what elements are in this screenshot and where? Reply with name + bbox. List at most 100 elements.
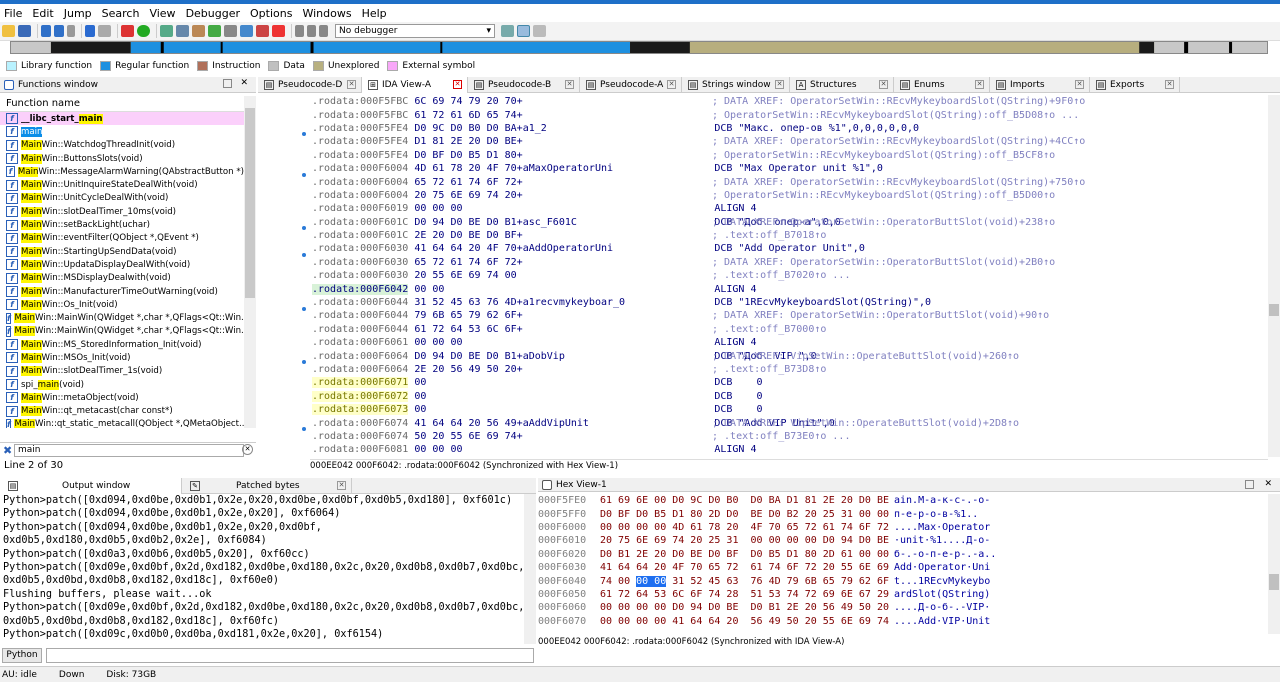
tab-pseudocode-d[interactable]: ▤ Pseudocode-D ✕ — [258, 77, 362, 93]
disassembly-line[interactable]: .rodata:000F6030 65 72 61 74 6F 72+ ; DATA… — [258, 256, 1268, 269]
tab-structures[interactable]: A Structures ✕ — [790, 77, 894, 93]
play-icon[interactable] — [295, 25, 304, 37]
tab-pseudocode-b[interactable]: ▤ Pseudocode-B ✕ — [468, 77, 580, 93]
disassembly-line[interactable]: .rodata:000F5FBC 61 72 61 6D 65 74+ ; Oper… — [258, 108, 1268, 121]
function-list-item[interactable]: f Main Win::ManufacturerTimeOutWarning(voi… — [0, 285, 244, 298]
python-language-button[interactable]: Python — [2, 648, 42, 663]
disassembly-scrollbar[interactable] — [1268, 95, 1280, 457]
restore-icon[interactable] — [223, 79, 232, 88]
data-icon[interactable] — [224, 25, 237, 37]
close-icon[interactable]: ✕ — [565, 80, 574, 89]
menu-help[interactable]: Help — [362, 7, 387, 20]
tab-patched-bytes[interactable]: ✎ Patched bytes ✕ — [182, 478, 352, 494]
disassembly-line[interactable]: .rodata:000F6074 50 20 55 6E 69 74+ ; .tex… — [258, 430, 1268, 443]
function-list-item[interactable]: f Main Win::MainWin(QWidget *,char *,QFlag… — [0, 325, 244, 338]
tab-strings-window[interactable]: ▤ Strings window ✕ — [682, 77, 790, 93]
disassembly-line[interactable]: .rodata:000F6072 00 DCB 0 — [258, 390, 1268, 403]
function-list-item[interactable]: f Main Win::UnitInquireStateDealWith(void) — [0, 178, 244, 191]
menu-search[interactable]: Search — [102, 7, 140, 20]
close-icon[interactable]: ✕ — [667, 80, 676, 89]
function-search-input[interactable]: main — [14, 443, 244, 457]
disassembly-line[interactable]: .rodata:000F6073 00 DCB 0 — [258, 403, 1268, 416]
structure-icon[interactable] — [160, 25, 173, 37]
function-list-item[interactable]: f Main Win::slotDealTimer_10ms(void) — [0, 205, 244, 218]
disassembly-line[interactable]: .rodata:000F6044 61 72 64 53 6C 6F+ ; .tex… — [258, 323, 1268, 336]
close-search-icon[interactable]: ✖ — [3, 444, 12, 457]
menu-windows[interactable]: Windows — [302, 7, 351, 20]
function-list-item[interactable]: f Main Win::StartingUpSendData(void) — [0, 245, 244, 258]
close-icon[interactable]: ✕ — [240, 78, 248, 88]
function-list-item[interactable]: f Main Win::MessageAlarmWarning(QAbstractB… — [0, 165, 244, 178]
disassembly-line[interactable]: .rodata:000F6064 2E 20 56 49 50 20+ ; .tex… — [258, 363, 1268, 376]
menu-jump[interactable]: Jump — [64, 7, 92, 20]
disassembly-line[interactable]: .rodata:000F601C D0 94 D0 BE D0 B1+asc_F6… — [258, 216, 1268, 231]
hex-row[interactable]: 000F5FF0 D0 BF D0 B5 D1 80 2D D0 BE D0 B2… — [538, 507, 1268, 520]
history-icon[interactable] — [67, 25, 75, 37]
navigation-bar[interactable] — [10, 41, 1268, 54]
function-list-item[interactable]: f Main Win::Os_Init(void) — [0, 298, 244, 311]
disassembly-line[interactable]: .rodata:000F6030 41 64 64 20 4F 70+aAddOp… — [258, 242, 1268, 257]
disassembly-line[interactable]: .rodata:000F6044 31 52 45 63 76 4D+a1recv… — [258, 296, 1268, 311]
function-list-item[interactable]: f Main Win::ButtonsSlots(void) — [0, 152, 244, 165]
disassembly-line[interactable]: .rodata:000F6030 20 55 6E 69 74 00 ; .text… — [258, 269, 1268, 282]
disassembly-line[interactable]: .rodata:000F6004 65 72 61 74 6F 72+ ; DATA… — [258, 175, 1268, 188]
restore-icon[interactable] — [1245, 480, 1254, 489]
function-list-item[interactable]: f main — [0, 125, 244, 138]
save-icon[interactable] — [18, 25, 31, 37]
debugger-select[interactable]: No debugger — [335, 24, 495, 38]
tab-pseudocode-a[interactable]: ▤ Pseudocode-A ✕ — [580, 77, 682, 93]
function-name-column-header[interactable]: Function name — [0, 96, 256, 112]
disassembly-line[interactable]: .rodata:000F5FE4 D1 81 2E 20 D0 BE+ ; DATA… — [258, 135, 1268, 148]
tab-enums[interactable]: ▤ Enums ✕ — [894, 77, 990, 93]
hex-row[interactable]: 000F6060 00 00 00 00 D0 94 D0 BE D0 B1 2E… — [538, 601, 1268, 614]
function-list-scroll-thumb[interactable] — [245, 108, 255, 298]
function-list-item[interactable]: f Main Win::UnitCycleDealWith(void) — [0, 192, 244, 205]
function-list[interactable]: f __libc_start_ main f main f Main Win::Watchdo… — [0, 112, 244, 428]
disassembly-line[interactable]: .rodata:000F6004 20 75 6E 69 74 20+ ; Oper… — [258, 189, 1268, 202]
disassembly-line[interactable]: .rodata:000F6004 4D 61 78 20 4F 70+aMaxOp… — [258, 162, 1268, 177]
enum-icon[interactable] — [176, 25, 189, 37]
function-list-item[interactable]: f Main Win::MainWin(QWidget *,char *,QFlag… — [0, 311, 244, 324]
close-icon[interactable]: ✕ — [1165, 80, 1174, 89]
output-scrollbar[interactable] — [524, 494, 536, 644]
array-icon[interactable] — [256, 25, 269, 37]
function-list-item[interactable]: f Main Win::MSOs_Init(void) — [0, 351, 244, 364]
menu-debugger[interactable]: Debugger — [186, 7, 240, 20]
disassembly-line[interactable]: .rodata:000F5FE4 D0 9C D0 B0 D0 BA+a1_2 DC… — [258, 122, 1268, 137]
hex-row[interactable]: 000F6040 74 00 00 00 31 52 45 63 76 4D 79… — [538, 574, 1268, 587]
close-icon[interactable]: ✕ — [975, 80, 984, 89]
run-icon[interactable] — [137, 25, 150, 37]
disassembly-scroll-thumb[interactable] — [1269, 304, 1279, 316]
python-command-input[interactable] — [46, 648, 534, 663]
hex-dump[interactable]: 000F5FE0 61 69 6E 00 D0 9C D0 B0 D0 BA D1… — [538, 494, 1268, 628]
code-icon[interactable] — [208, 25, 221, 37]
hex-selected-bytes[interactable]: 00 00 — [636, 575, 667, 587]
jump-icon[interactable] — [85, 25, 95, 37]
hex-scrollbar[interactable] — [1268, 494, 1280, 634]
function-list-item[interactable]: f Main Win::WatchdogThreadInit(void) — [0, 139, 244, 152]
disassembly-line[interactable]: .rodata:000F6061 00 00 00 ALIGN 4 — [258, 336, 1268, 349]
forward-icon[interactable] — [54, 25, 64, 37]
disassembly-line[interactable]: .rodata:000F6064 D0 94 D0 BE D0 B1+aDobVi… — [258, 349, 1268, 365]
hex-row[interactable]: 000F6000 00 00 00 00 4D 61 78 20 4F 70 65… — [538, 521, 1268, 534]
close-icon[interactable]: ✕ — [347, 80, 356, 89]
menu-file[interactable]: File — [4, 7, 22, 20]
output-console[interactable]: Python>patch([0xd094,0xd0be,0xd0b1,0x2e,… — [0, 494, 524, 644]
disassembly-line[interactable]: .rodata:000F6019 00 00 00 ALIGN 4 — [258, 202, 1268, 215]
hex-scroll-thumb[interactable] — [1269, 574, 1279, 590]
extra-icon[interactable] — [533, 25, 546, 37]
function-list-item[interactable]: f Main Win::MSDisplayDealwith(void) — [0, 272, 244, 285]
clear-search-icon[interactable]: ✕ — [242, 444, 253, 455]
function-list-item[interactable]: f spi_ main (void) — [0, 378, 244, 391]
disassembly-line[interactable]: .rodata:000F5FBC 6C 69 74 79 20 70+ ; DATA… — [258, 95, 1268, 108]
pause-icon[interactable] — [307, 25, 316, 37]
tab-output-window[interactable]: ▤ Output window — [0, 478, 182, 494]
close-icon[interactable]: ✕ — [453, 80, 462, 89]
close-icon[interactable]: ✕ — [1075, 80, 1084, 89]
stop-icon[interactable] — [319, 25, 328, 37]
function-list-item[interactable]: f Main Win::MS_StoredInformation_Init(void… — [0, 338, 244, 351]
string-icon[interactable] — [240, 25, 253, 37]
menu-edit[interactable]: Edit — [32, 7, 53, 20]
search-icon[interactable] — [98, 25, 111, 37]
function-list-item[interactable]: f Main Win::eventFilter(QObject *,QEvent *… — [0, 232, 244, 245]
